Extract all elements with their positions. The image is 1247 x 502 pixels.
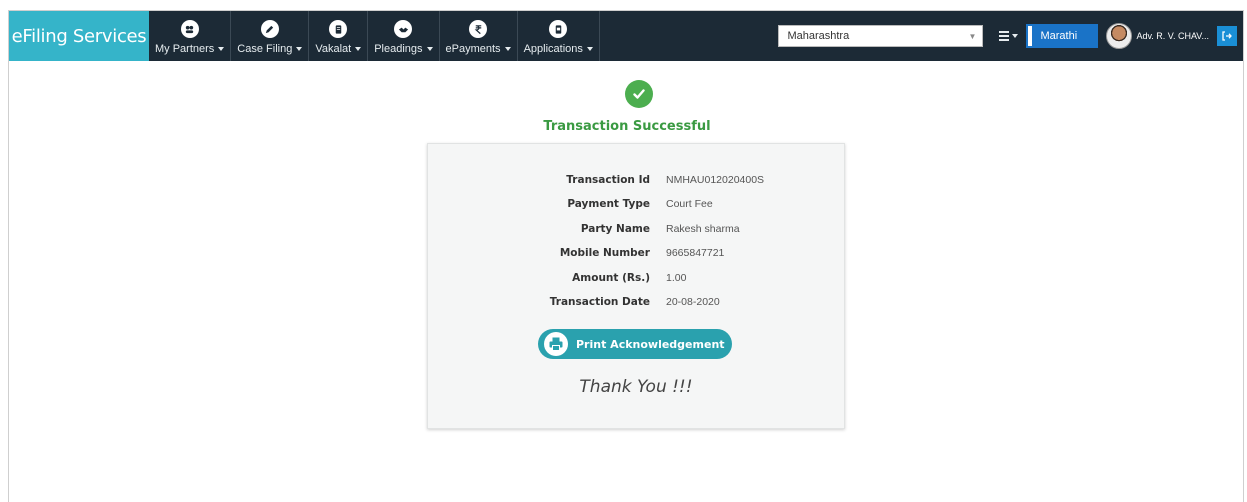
chevron-down-icon <box>1012 34 1019 38</box>
detail-value: Rakesh sharma <box>666 223 740 235</box>
chevron-down-icon <box>426 47 433 51</box>
user-menu[interactable]: Adv. R. V. CHAV... <box>1106 23 1209 49</box>
printer-icon <box>544 332 568 356</box>
language-button[interactable]: Marathi <box>1026 24 1099 48</box>
menu-pleadings[interactable]: Pleadings <box>368 11 440 61</box>
menu-epayments-label: ePayments <box>445 43 501 55</box>
print-button-label: Print Acknowledgement <box>576 337 725 351</box>
detail-value: NMHAU012020400S <box>666 174 765 186</box>
detail-label: Amount (Rs.) <box>572 272 650 284</box>
top-navbar: eFiling Services My Partners Case Filing… <box>9 11 1243 61</box>
state-select-value: Maharashtra <box>787 30 850 42</box>
rupee-icon <box>469 20 488 38</box>
menu-my-partners-label: My Partners <box>155 43 215 55</box>
transaction-details-card: Transaction Id NMHAU012020400S Payment T… <box>427 143 845 429</box>
detail-value: 1.00 <box>666 272 687 284</box>
logout-button[interactable] <box>1217 26 1237 46</box>
main-menu: My Partners Case Filing Vakalat Pleading… <box>149 11 600 61</box>
partners-icon <box>180 20 199 38</box>
navbar-right-tools: Maharashtra ▼ Marathi Adv. R. V. CHAV... <box>778 11 1243 61</box>
state-select[interactable]: Maharashtra ▼ <box>778 25 984 47</box>
chevron-down-icon <box>586 47 593 51</box>
chevron-down-icon <box>218 47 225 51</box>
menu-case-filing-label: Case Filing <box>237 43 293 55</box>
chevron-down-icon <box>504 47 511 51</box>
detail-row-amount: Amount (Rs.) 1.00 <box>428 268 844 288</box>
detail-row-transaction-id: Transaction Id NMHAU012020400S <box>428 170 844 190</box>
avatar <box>1106 23 1133 49</box>
detail-row-transaction-date: Transaction Date 20-08-2020 <box>428 292 844 312</box>
chevron-down-icon <box>296 47 303 51</box>
dropdown-arrow-icon: ▼ <box>968 31 977 41</box>
detail-row-party-name: Party Name Rakesh sharma <box>428 219 844 239</box>
menu-vakalat[interactable]: Vakalat <box>309 11 369 61</box>
document-icon <box>329 20 348 38</box>
menu-applications-label: Applications <box>523 43 583 55</box>
detail-row-payment-type: Payment Type Court Fee <box>428 194 844 214</box>
detail-label: Payment Type <box>567 198 650 210</box>
thank-you-message: Thank You !!! <box>579 377 693 397</box>
menu-my-partners[interactable]: My Partners <box>149 11 232 61</box>
print-acknowledgement-button[interactable]: Print Acknowledgement <box>538 329 732 359</box>
menu-case-filing[interactable]: Case Filing <box>231 11 310 61</box>
handshake-icon <box>394 20 413 38</box>
hamburger-menu-button[interactable] <box>999 31 1019 41</box>
menu-applications[interactable]: Applications <box>518 11 600 61</box>
browser-frame: eFiling Services My Partners Case Filing… <box>8 10 1244 502</box>
detail-value: Court Fee <box>666 198 713 210</box>
menu-pleadings-label: Pleadings <box>374 43 423 55</box>
hamburger-icon <box>999 31 1010 41</box>
chevron-down-icon <box>355 47 362 51</box>
pencil-icon <box>260 20 279 38</box>
detail-value: 20-08-2020 <box>666 296 720 308</box>
logout-icon <box>1222 31 1232 41</box>
detail-value: 9665847721 <box>666 247 725 259</box>
brand-logo[interactable]: eFiling Services <box>9 11 149 61</box>
success-check-icon <box>625 80 653 108</box>
detail-label: Transaction Id <box>566 174 650 186</box>
detail-label: Transaction Date <box>549 296 650 308</box>
detail-label: Mobile Number <box>559 247 650 259</box>
detail-label: Party Name <box>580 223 650 235</box>
detail-row-mobile-number: Mobile Number 9665847721 <box>428 243 844 263</box>
file-icon <box>549 20 568 38</box>
menu-vakalat-label: Vakalat <box>315 43 352 55</box>
user-name: Adv. R. V. CHAV... <box>1136 31 1209 41</box>
transaction-status-title: Transaction Successful <box>543 119 711 134</box>
menu-epayments[interactable]: ePayments <box>440 11 518 61</box>
